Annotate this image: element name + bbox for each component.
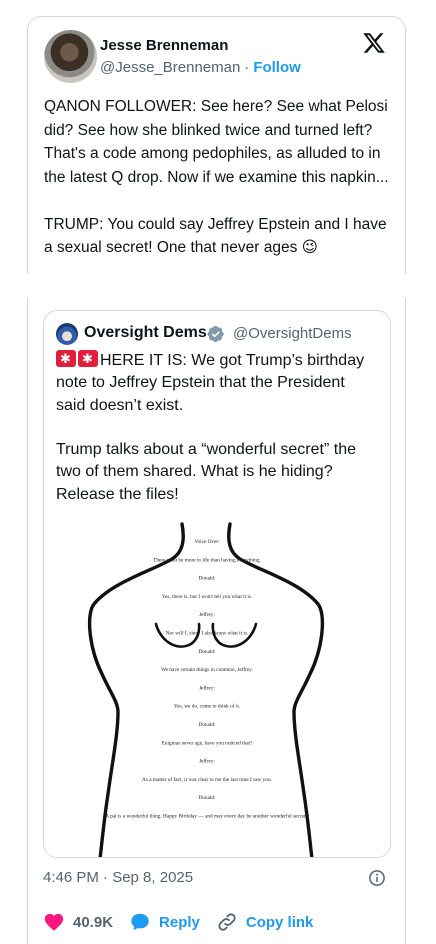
note-line: Enigmas never age, have you noticed that… [162, 740, 253, 746]
siren-icon [56, 348, 76, 370]
note-line: As a matter of fact, it was clear to me … [142, 776, 272, 783]
link-icon [218, 913, 236, 931]
tweet-text: QANON FOLLOWER: See here? See what Pelos… [44, 98, 389, 256]
note-line: Jeffrey: [199, 684, 216, 691]
note-line: A pal is a wonderful thing. Happy Birthd… [105, 813, 307, 820]
note-line: Donald: [198, 795, 216, 801]
follow-button[interactable]: Follow [253, 59, 301, 76]
tweet-card-continued: Oversight Dems @OversightDems HERE IT IS… [27, 298, 406, 944]
note-line: Nor will I, since I also know what it is… [166, 631, 249, 637]
copy-link-button[interactable]: Copy link [216, 911, 314, 933]
author-handle[interactable]: @Jesse_Brenneman [100, 59, 240, 76]
note-line: Jeffrey: [199, 611, 216, 618]
quoted-tweet[interactable]: Oversight Dems @OversightDems HERE IT IS… [43, 310, 391, 858]
note-line: Voice Over: [194, 539, 220, 545]
heart-icon [44, 913, 64, 931]
copy-link-label: Copy link [245, 913, 314, 931]
note-line: Yes, we do, come to think of it. [174, 703, 240, 710]
author-name[interactable]: Jesse Brenneman [100, 37, 228, 54]
note-line: Donald: [198, 576, 216, 582]
quoted-text-body: HERE IT IS: We got Trump’s birthday note… [56, 352, 365, 503]
like-button[interactable]: 40.9K [43, 911, 113, 933]
note-line: Donald: [198, 649, 216, 655]
note-line: Jeffrey: [199, 758, 216, 765]
separator: · [244, 59, 250, 76]
note-line: There must be more to life than having e… [153, 556, 261, 563]
reply-label: Reply [159, 913, 200, 931]
reply-bubble-icon [131, 913, 149, 931]
author-meta: @Jesse_Brenneman · Follow [100, 59, 301, 76]
quoted-author-handle[interactable]: @OversightDems [233, 325, 352, 342]
note-line: Yes, there is, but I won't tell you what… [162, 594, 253, 600]
author-avatar[interactable] [44, 30, 97, 83]
quoted-avatar[interactable] [56, 323, 78, 345]
info-icon[interactable] [368, 869, 386, 887]
quoted-text: HERE IT IS: We got Trump’s birthday note… [56, 348, 376, 506]
siren-icon [78, 348, 98, 370]
like-count: 40.9K [73, 913, 114, 931]
reply-button[interactable]: Reply [129, 911, 200, 933]
note-line: Donald: [198, 722, 216, 728]
verified-badge-icon [207, 325, 225, 343]
tweet-card: Jesse Brenneman @Jesse_Brenneman · Follow … [27, 16, 406, 274]
note-line: We have certain things in common, Jeffre… [161, 666, 253, 673]
image-background [44, 516, 390, 857]
quoted-author-name[interactable]: Oversight Dems [84, 324, 207, 342]
quoted-image[interactable]: Voice Over: There must be more to life th… [44, 516, 391, 858]
tweet-timestamp[interactable]: 4:46 PM · Sep 8, 2025 [43, 869, 193, 886]
x-logo-icon[interactable] [362, 31, 386, 55]
action-bar: 40.9K Reply Copy link [43, 909, 329, 935]
